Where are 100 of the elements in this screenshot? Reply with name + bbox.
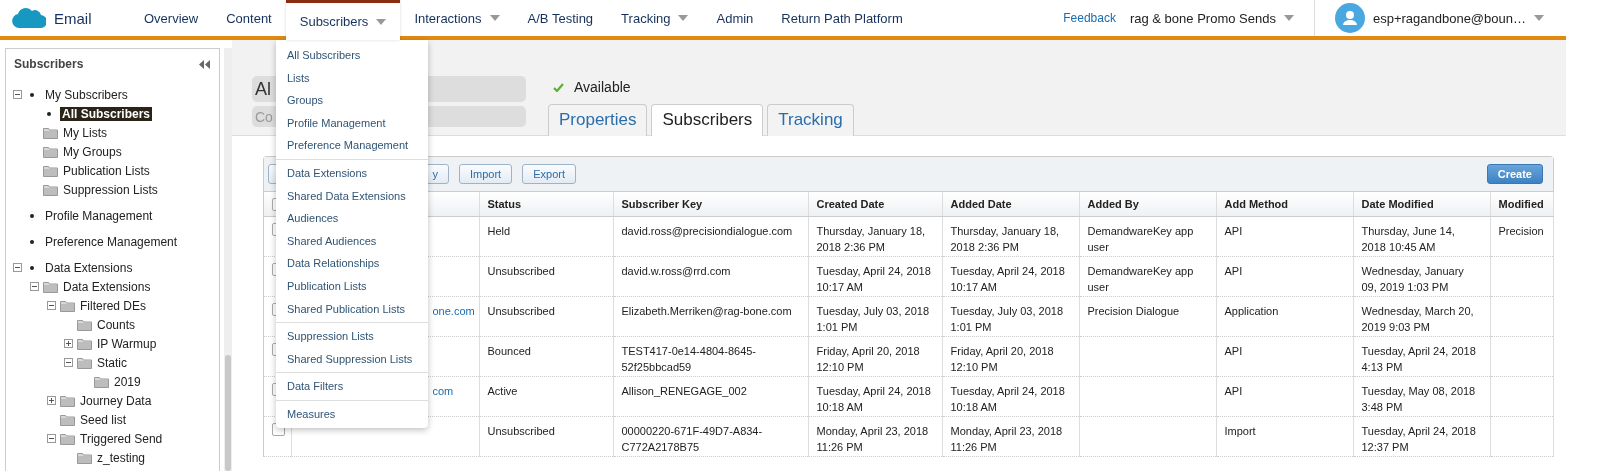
cloud-logo-icon[interactable] <box>10 6 46 30</box>
menu-item[interactable]: Shared Suppression Lists <box>276 347 428 371</box>
toolbar-button[interactable]: Import <box>459 164 513 184</box>
menu-item[interactable]: Data Extensions <box>276 161 428 185</box>
tree-item[interactable]: Data Extensions <box>43 260 135 275</box>
folder-icon <box>60 394 75 407</box>
folder-icon <box>60 299 75 312</box>
tree-item[interactable]: Filtered DEs <box>78 298 149 313</box>
tree-item[interactable]: Seed list <box>78 412 129 427</box>
table-cell: Tuesday, July 03, 2018 1:01 PM <box>816 305 929 333</box>
table-cell: Held <box>487 225 511 237</box>
scrollbar-thumb[interactable] <box>225 355 231 471</box>
tree-item[interactable]: My Subscribers <box>43 87 130 102</box>
table-cell: Tuesday, July 03, 2018 1:01 PM <box>950 305 1063 333</box>
menu-item[interactable]: Groups <box>276 89 428 112</box>
tab[interactable]: Properties <box>548 104 648 136</box>
avatar-icon[interactable] <box>1334 3 1365 33</box>
table-cell: Elizabeth.Merriken@rag-bone.com <box>621 305 792 317</box>
table-cell: Thursday, January 18, 2018 2:36 PM <box>816 225 926 253</box>
folder-icon <box>77 337 92 350</box>
menu-item[interactable]: Profile Management <box>276 111 428 135</box>
table-cell: Tuesday, April 24, 2018 10:18 AM <box>816 385 931 413</box>
nav-tab[interactable]: Subscribers <box>285 0 401 40</box>
tree-item[interactable]: Data Extensions <box>61 279 153 294</box>
table-cell: Tuesday, May 08, 2018 3:48 PM <box>1361 385 1476 413</box>
menu-item[interactable]: Data Relationships <box>276 252 428 275</box>
folder-icon <box>60 413 75 426</box>
folder-icon <box>43 164 58 177</box>
tree-item[interactable]: IP Warmup <box>95 336 159 351</box>
menu-item[interactable]: Measures <box>276 402 428 426</box>
folder-icon <box>77 451 92 464</box>
nav-tab[interactable]: Content <box>212 0 286 36</box>
tree-item[interactable]: z_testing <box>95 450 148 465</box>
expand-icon[interactable] <box>64 339 73 348</box>
collapse-icon[interactable] <box>13 263 22 272</box>
feedback-link[interactable]: Feedback <box>1063 11 1116 25</box>
bullet-icon <box>30 213 34 218</box>
bullet-icon <box>47 111 51 116</box>
table-cell: Tuesday, April 24, 2018 10:18 AM <box>950 385 1065 413</box>
tree-item[interactable]: Profile Management <box>43 208 155 223</box>
tree-item[interactable]: All Subscribers <box>60 106 153 121</box>
caret-icon <box>489 15 500 21</box>
menu-item[interactable]: Publication Lists <box>276 274 428 298</box>
nav-tab[interactable]: A/B Testing <box>513 0 608 36</box>
tree-item[interactable]: Publication Lists <box>61 163 152 178</box>
collapse-icon[interactable] <box>47 434 56 443</box>
table-cell: Tuesday, April 24, 2018 4:13 PM <box>1361 345 1476 373</box>
tree-item[interactable]: Preference Management <box>43 234 180 249</box>
collapse-icon[interactable] <box>64 358 73 367</box>
table-cell: API <box>1224 385 1243 397</box>
menu-item[interactable]: Shared Audiences <box>276 229 428 253</box>
expand-icon[interactable] <box>47 396 56 405</box>
collapse-icon[interactable] <box>13 90 22 99</box>
menu-item[interactable]: All Subscribers <box>276 44 428 67</box>
collapse-icon[interactable] <box>47 301 56 310</box>
folder-icon <box>43 145 58 158</box>
table-cell: Thursday, January 18, 2018 2:36 PM <box>950 225 1060 253</box>
menu-item[interactable]: Data Filters <box>276 375 428 398</box>
column-header[interactable]: Status <box>487 198 522 210</box>
table-cell: Friday, April 20, 2018 12:10 PM <box>816 345 920 373</box>
tree-item[interactable]: 2019 <box>112 374 143 389</box>
menu-item[interactable]: Audiences <box>276 207 428 230</box>
nav-tab[interactable]: Return Path Platform <box>767 0 917 36</box>
user-menu[interactable]: esp+ragandbone@boun… <box>1372 10 1526 26</box>
collapse-panel-icon[interactable] <box>199 59 212 69</box>
tab[interactable]: Subscribers <box>651 104 764 136</box>
nav-tab[interactable]: Interactions <box>400 0 514 36</box>
tree-item[interactable]: Static <box>95 355 129 370</box>
menu-item[interactable]: Lists <box>276 66 428 90</box>
table-cell: Precision Dialogue <box>1087 305 1180 317</box>
tree-item[interactable]: Suppression Lists <box>61 182 160 197</box>
menu-item[interactable]: Suppression Lists <box>276 325 428 348</box>
business-unit-menu[interactable]: rag & bone Promo Sends <box>1129 0 1315 36</box>
table-cell: Monday, April 23, 2018 11:26 PM <box>816 425 929 453</box>
sidebar-title: Subscribers <box>14 57 84 71</box>
toolbar-button[interactable]: Export <box>522 164 576 184</box>
tree-item[interactable]: Triggered Send <box>78 431 165 446</box>
nav-tab[interactable]: Admin <box>702 0 768 36</box>
folder-icon <box>94 375 109 388</box>
tree-item[interactable]: Journey Data <box>78 393 154 408</box>
nav-tab[interactable]: Tracking <box>607 0 703 36</box>
tab[interactable]: Tracking <box>767 104 854 136</box>
column-header[interactable]: Added By <box>1087 198 1139 210</box>
caret-icon <box>376 18 387 25</box>
bullet-icon <box>30 92 34 97</box>
nav-tab[interactable]: Overview <box>130 0 213 36</box>
email-link[interactable]: com <box>432 385 454 397</box>
tree-item[interactable]: My Groups <box>61 144 124 159</box>
menu-item[interactable]: Preference Management <box>276 134 428 157</box>
bullet-icon <box>30 239 34 244</box>
tree-item[interactable]: My Lists <box>61 125 109 140</box>
table-cell: david.w.ross@rrd.com <box>621 265 731 277</box>
table-cell: Unsubscribed <box>487 265 555 277</box>
tree-item[interactable]: Counts <box>95 317 138 332</box>
caret-icon <box>678 15 689 21</box>
email-link[interactable]: one.com <box>432 305 475 317</box>
collapse-icon[interactable] <box>30 282 39 291</box>
folder-icon <box>43 183 58 196</box>
menu-item[interactable]: Shared Data Extensions <box>276 184 428 208</box>
menu-item[interactable]: Shared Publication Lists <box>276 297 428 321</box>
